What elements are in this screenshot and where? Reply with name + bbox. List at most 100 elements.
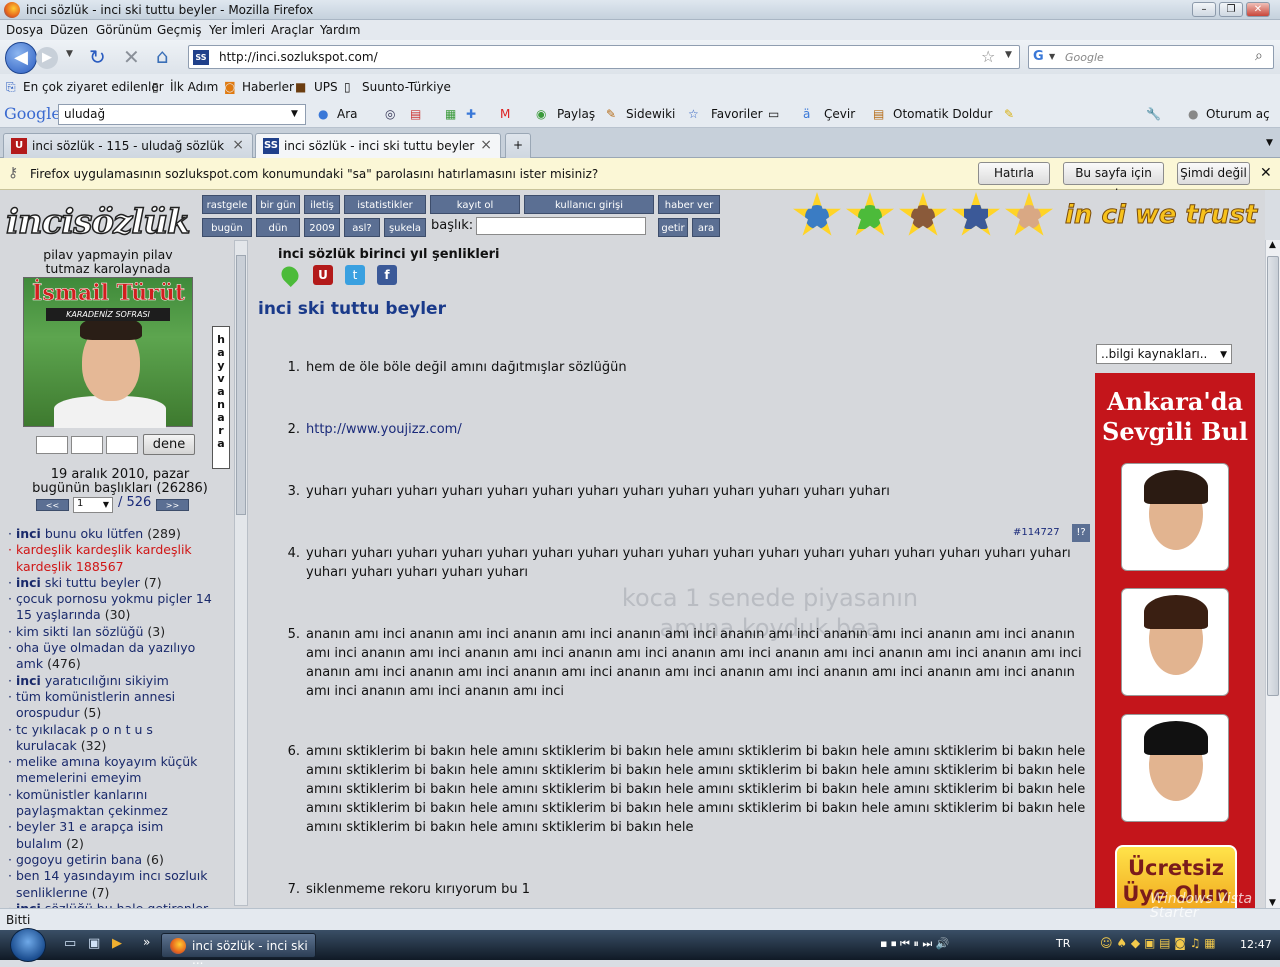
language-indicator[interactable]: TR [1056,937,1070,950]
nav-2009[interactable]: 2009 [304,218,340,237]
menu-araclar[interactable]: Araçlar [271,23,314,37]
google-paylas-button[interactable]: Paylaş [557,107,595,121]
bookmarks-icon[interactable]: ▦ [445,107,456,121]
tray-icons[interactable]: ☺ ♠ ◆ ▣ ▤ ◙ ♫ ▦ [1100,936,1216,950]
bookmark-star-icon[interactable]: ☆ [981,47,995,66]
new-tab-button[interactable]: + [505,133,531,158]
day-input[interactable] [36,436,68,454]
topic-item[interactable]: · inci ski tuttu beyler (7) [8,575,230,591]
google-autofill-button[interactable]: Otomatik Doldur [893,107,992,121]
tab-inci[interactable]: SS inci sözlük - inci ski tuttu beyler × [255,133,501,159]
entry-id[interactable]: #114727 [1013,527,1060,538]
nav-iletis[interactable]: iletiş [304,195,340,214]
wrench-icon[interactable]: 🔧 [1146,107,1161,121]
topic-item[interactable]: · tc yıkılacak p o n t u s kurulacak (32) [8,722,230,755]
never-button[interactable]: Bu sayfa için asla [1063,162,1164,201]
bookmark-haberler[interactable]: Haberler [242,80,294,94]
topic-item[interactable]: · çocuk pornosu yokmu piçler 14 15 yaşla… [8,591,230,624]
search-box[interactable]: G ▼ Google ⌕ [1028,45,1274,69]
dene-button[interactable]: dene [143,434,195,455]
back-button[interactable]: ◀ [5,42,37,74]
menu-gecmis[interactable]: Geçmiş [157,23,202,37]
topic-item[interactable]: · melike amına koyayım küçük memelerini … [8,754,230,787]
topic-item[interactable]: · gogoyu getirin bana (6) [8,852,230,868]
ad-face-3[interactable] [1121,714,1229,822]
not-now-button[interactable]: Şimdi değil [1177,162,1250,185]
nav-bir-gun[interactable]: bir gün [256,195,300,214]
getir-button[interactable]: getir [658,218,688,237]
menu-yardim[interactable]: Yardım [320,23,360,37]
topic-item[interactable]: · inci yaratıcılığını sikiyim [8,673,230,689]
query-dropdown-icon[interactable]: ▼ [291,109,298,119]
baslik-input[interactable] [476,217,646,235]
prev-page-button[interactable]: << [36,499,69,511]
gmail-icon[interactable]: M [500,107,510,121]
facebook-star-icon[interactable] [952,192,1000,236]
pagerank-icon[interactable]: ▤ [410,107,421,121]
window-icon[interactable]: ▭ [768,107,779,121]
bookmark-ilk-adim[interactable]: İlk Adım [170,80,218,94]
switch-windows-icon[interactable]: ▣ [88,936,100,951]
highlight-icon[interactable]: ✎ [1004,107,1014,121]
google-cevir-button[interactable]: Çevir [824,107,855,121]
close-tab-icon[interactable]: × [480,137,492,153]
bookmark-ups[interactable]: UPS [314,80,338,94]
forward-button[interactable]: ▶ [36,47,58,69]
nav-sukela[interactable]: şukela [384,218,426,237]
show-desktop-icon[interactable]: ▭ [64,936,76,951]
uludag-icon[interactable]: U [313,265,333,285]
topic-item[interactable]: · komünistler kanlarını paylaşmaktan çek… [8,787,230,820]
google-ara-button[interactable]: Ara [337,107,358,121]
url-dropdown-icon[interactable]: ▼ [1005,50,1012,60]
menu-gorunum[interactable]: Görünüm [96,23,152,37]
nav-istatistikler[interactable]: istatistikler [344,195,426,214]
site-logo[interactable]: incisözlük [5,201,191,243]
facebook-icon[interactable]: f [377,265,397,285]
add-icon[interactable]: ✚ [466,107,476,121]
menu-dosya[interactable]: Dosya [6,23,43,37]
topic-item[interactable]: · inci sözlüğü bu hale getirenler [8,901,230,908]
topic-item[interactable]: · inci bunu oku lütfen (289) [8,526,230,542]
page-select[interactable]: 1 ▼ [73,497,113,513]
topic-item[interactable]: · kim sikti lan sözlüğü (3) [8,624,230,640]
topic-item[interactable]: · oha üye olmadan da yazılıyo amk (476) [8,640,230,673]
nav-dun[interactable]: dün [256,218,300,237]
topic-item[interactable]: · kardeşlik kardeşlik kardeşlik kardeşli… [8,542,230,575]
close-tab-icon[interactable]: × [232,137,244,153]
taskbar-clock[interactable]: 12:47 [1240,938,1272,951]
nav-kullanici-girisi[interactable]: kullanıcı girişi [524,195,654,214]
entry-text[interactable]: http://www.youjizz.com/ [306,420,1086,439]
tab-uludag[interactable]: U inci sözlük - 115 - uludağ sözlük × [3,133,253,158]
face-star-icon[interactable] [899,192,947,236]
nav-bugun[interactable]: bugün [202,218,252,237]
bird-star-icon[interactable] [793,192,841,236]
topic-item[interactable]: · beyler 31 e arapça isim bulalım (2) [8,819,230,852]
right-ad-banner[interactable]: Ankara'da Sevgili Bul Ücretsiz Üye Olun [1095,373,1255,908]
google-oturum-ac-button[interactable]: Oturum aç [1206,107,1270,121]
bookmark-most-visited[interactable]: En çok ziyaret edilenler [23,80,164,94]
nav-haber-ver[interactable]: haber ver [658,195,720,214]
google-sidewiki-button[interactable]: Sidewiki [626,107,675,121]
nav-kayit-ol[interactable]: kayıt ol [430,195,520,214]
left-scrollbar[interactable] [234,240,248,906]
topic-item[interactable]: · ben 14 yasındayım incı sozluık senlikl… [8,868,230,901]
twitter-icon[interactable]: t [345,265,365,285]
google-favoriler-button[interactable]: Favoriler [711,107,763,121]
nav-rastgele[interactable]: rastgele [202,195,252,214]
minimize-button[interactable]: – [1192,2,1216,17]
topic-item[interactable]: · tüm komünistlerin annesi orospudur (5) [8,689,230,722]
menu-yer-imleri[interactable]: Yer İmleri [209,23,265,37]
month-input[interactable] [71,436,103,454]
reload-icon[interactable]: ↻ [89,45,106,69]
globe-icon[interactable]: ◎ [385,107,395,121]
hayvan-ara-button[interactable]: hayvan ara [212,326,230,469]
left-scroll-thumb[interactable] [236,255,246,515]
maximize-button[interactable]: ❐ [1219,2,1243,17]
url-bar[interactable]: SS http://inci.sozlukspot.com/ ☆ ▼ [188,45,1020,69]
media-player-icon[interactable]: ▶ [112,936,122,951]
engine-dropdown-icon[interactable]: ▼ [1049,52,1055,61]
ara-button[interactable]: ara [692,218,720,237]
tab-list-icon[interactable]: ▼ [1266,138,1273,148]
close-notification-icon[interactable]: ✕ [1260,165,1272,181]
scroll-down-icon[interactable]: ▼ [1269,898,1276,908]
